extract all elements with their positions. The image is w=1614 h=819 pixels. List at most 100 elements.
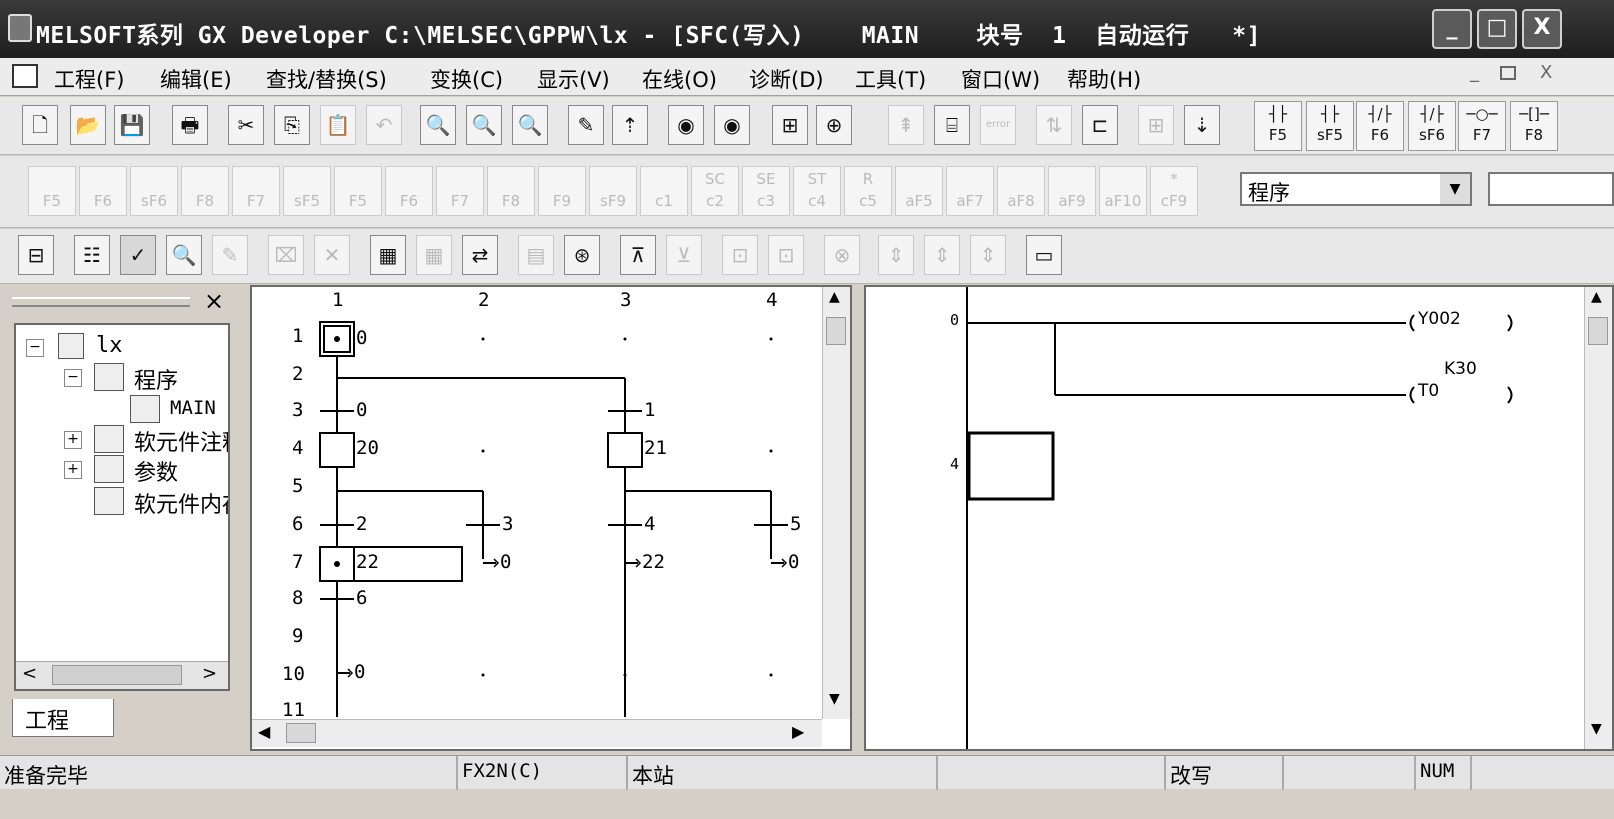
document-icon[interactable] (12, 64, 38, 88)
minimize-button[interactable]: _ (1432, 9, 1472, 49)
scroll-right-icon[interactable]: > (202, 663, 217, 684)
scroll-thumb[interactable] (826, 317, 846, 345)
monitor-write-icon[interactable]: ◉ (714, 105, 750, 145)
panel-close-icon[interactable]: × (204, 287, 224, 315)
sfc-step-icon[interactable]: ⇄ (462, 235, 498, 275)
mdi-minimize-button[interactable]: _ (1470, 62, 1479, 83)
ladder-view-icon[interactable]: ⊏ (1082, 105, 1118, 145)
find-instruction-icon[interactable]: 🔍 (466, 105, 502, 145)
sfc-symbol-af10-button[interactable]: aF10 (1099, 166, 1147, 216)
app-icon[interactable] (8, 14, 32, 42)
tree-item-program[interactable]: 程序 (134, 363, 178, 395)
write-icon[interactable]: ✎ (568, 105, 604, 145)
scroll-up-icon[interactable]: ▲ (1591, 289, 1602, 305)
menu-tools[interactable]: 工具(T) (855, 64, 926, 94)
program-select[interactable]: 程序 ▼ (1240, 172, 1472, 206)
sfc-symbol-f8-button[interactable]: F8 (487, 166, 535, 216)
sfc-key-f5-button[interactable]: ┤├ F5 (1254, 101, 1302, 151)
sfc-symbol-af7-button[interactable]: aF7 (946, 166, 994, 216)
menu-diagnostics[interactable]: 诊断(D) (749, 64, 824, 94)
tree-item-device-comment[interactable]: 软元件注释 (134, 425, 228, 457)
ladder-diagram[interactable]: 0 4 Y002 T0 K30 ▲ ▼ (864, 285, 1614, 751)
sfc-symbol-c4-button[interactable]: ST c4 (793, 166, 841, 216)
sfc-key-sf6-button[interactable]: ┤/├ sF6 (1408, 101, 1456, 151)
sfc-symbol-af5-button[interactable]: aF5 (895, 166, 943, 216)
transfer-icon[interactable]: ⌸ (934, 105, 970, 145)
monitor-icon[interactable]: ◉ (668, 105, 704, 145)
scroll-down-icon[interactable]: ▼ (1591, 721, 1602, 737)
sfc-diagram[interactable]: 1 2 3 4 1 2 3 4 5 6 7 8 9 10 11 0 0 1 20 21 2 3 4 … (250, 285, 852, 751)
sfc-edit-icon[interactable]: ✓ (120, 235, 156, 275)
read-icon[interactable]: ⇡ (612, 105, 648, 145)
mdi-close-button[interactable]: X (1540, 62, 1552, 83)
scroll-left-icon[interactable]: < (22, 663, 37, 684)
sfc-symbol-cf9-button[interactable]: * cF9 (1150, 166, 1198, 216)
sfc-write-icon[interactable]: ⊼ (620, 235, 656, 275)
panel-grip[interactable] (12, 297, 190, 307)
sfc-jump-label[interactable]: 0 (500, 551, 511, 573)
sfc-transition-label[interactable]: 4 (644, 513, 655, 535)
step-down-icon[interactable]: ⇣ (1184, 105, 1220, 145)
device-test-icon[interactable]: ⊕ (816, 105, 852, 145)
scroll-thumb[interactable] (1588, 317, 1608, 345)
sfc-key-f7-button[interactable]: ─○─ F7 (1458, 101, 1506, 151)
menu-window[interactable]: 窗口(W) (961, 64, 1040, 94)
menu-view[interactable]: 显示(V) (537, 64, 610, 94)
sfc-symbol-c1-button[interactable]: c1 (640, 166, 688, 216)
menu-project[interactable]: 工程(F) (54, 64, 124, 94)
maximize-button[interactable]: □ (1477, 9, 1517, 49)
sfc-step-label[interactable]: 22 (356, 551, 379, 573)
tree-expander-comment[interactable]: + (64, 431, 82, 449)
sfc-transition-label[interactable]: 6 (356, 587, 367, 609)
close-button[interactable]: X (1522, 9, 1562, 49)
sfc-symbol-af9-button[interactable]: aF9 (1048, 166, 1096, 216)
tree-expander-param[interactable]: + (64, 461, 82, 479)
tree-expander-root[interactable]: − (26, 339, 44, 357)
sfc-symbol-f6-button[interactable]: F6 (79, 166, 127, 216)
menu-help[interactable]: 帮助(H) (1067, 64, 1141, 94)
new-file-icon[interactable]: 🗋 (22, 105, 58, 145)
sfc-symbol-f7-button[interactable]: F7 (436, 166, 484, 216)
menu-convert[interactable]: 变换(C) (430, 64, 503, 94)
tree-item-device-memory[interactable]: 软元件内存 (134, 487, 228, 519)
sfc-symbol-f9-button[interactable]: F9 (538, 166, 586, 216)
sfc-key-sf5-button[interactable]: ┤├ sF5 (1306, 101, 1354, 151)
sfc-symbol-c2-button[interactable]: SC c2 (691, 166, 739, 216)
sfc-key-f8-button[interactable]: ─[]─ F8 (1510, 101, 1558, 151)
sfc-symbol-c5-button[interactable]: Rc5 (844, 166, 892, 216)
tree-expander-program[interactable]: − (64, 369, 82, 387)
coil-label-y002[interactable]: Y002 (1418, 309, 1461, 329)
sfc-symbol-sf6-button[interactable]: sF6 (130, 166, 178, 216)
sfc-symbol-f5-button[interactable]: F5 (334, 166, 382, 216)
sfc-symbol-f5-button[interactable]: F5 (28, 166, 76, 216)
print-icon[interactable]: 🖶 (172, 105, 208, 145)
sfc-step-label[interactable]: 20 (356, 437, 379, 459)
tree-item-parameter[interactable]: 参数 (134, 455, 178, 487)
zoom-icon[interactable]: ⊞ (772, 105, 808, 145)
sfc-hscrollbar[interactable]: ◀ ▶ (252, 719, 822, 747)
ladder-sfc-toggle-icon[interactable]: ⊟ (18, 235, 54, 275)
scroll-right-icon[interactable]: ▶ (792, 722, 804, 741)
tree-hscrollbar[interactable]: < > (16, 661, 228, 689)
sfc-symbol-sf5-button[interactable]: sF5 (283, 166, 331, 216)
sfc-transition-label[interactable]: 2 (356, 513, 367, 535)
scroll-thumb[interactable] (286, 723, 316, 743)
sfc-auto-icon[interactable]: ▦ (370, 235, 406, 275)
find-step-icon[interactable]: 🔍 (512, 105, 548, 145)
tab-project[interactable]: 工程 (12, 699, 114, 737)
sfc-symbol-f8-button[interactable]: F8 (181, 166, 229, 216)
open-folder-icon[interactable]: 📂 (70, 105, 106, 145)
sfc-transition-label[interactable]: 5 (790, 513, 801, 535)
mdi-restore-button[interactable] (1500, 66, 1516, 80)
sfc-step-label[interactable]: 21 (644, 437, 667, 459)
sfc-symbol-c3-button[interactable]: SE c3 (742, 166, 790, 216)
secondary-input[interactable] (1488, 172, 1614, 206)
cut-icon[interactable]: ✂ (228, 105, 264, 145)
ladder-scrollbar[interactable]: ▲ ▼ (1584, 287, 1612, 749)
scroll-down-icon[interactable]: ▼ (829, 691, 840, 707)
sfc-jump-label[interactable]: 0 (354, 661, 365, 683)
menu-find-replace[interactable]: 查找/替换(S) (266, 64, 387, 94)
tree-item-main[interactable]: MAIN (170, 397, 216, 419)
dropdown-arrow-icon[interactable]: ▼ (1440, 174, 1470, 204)
sfc-jump-label[interactable]: 0 (788, 551, 799, 573)
